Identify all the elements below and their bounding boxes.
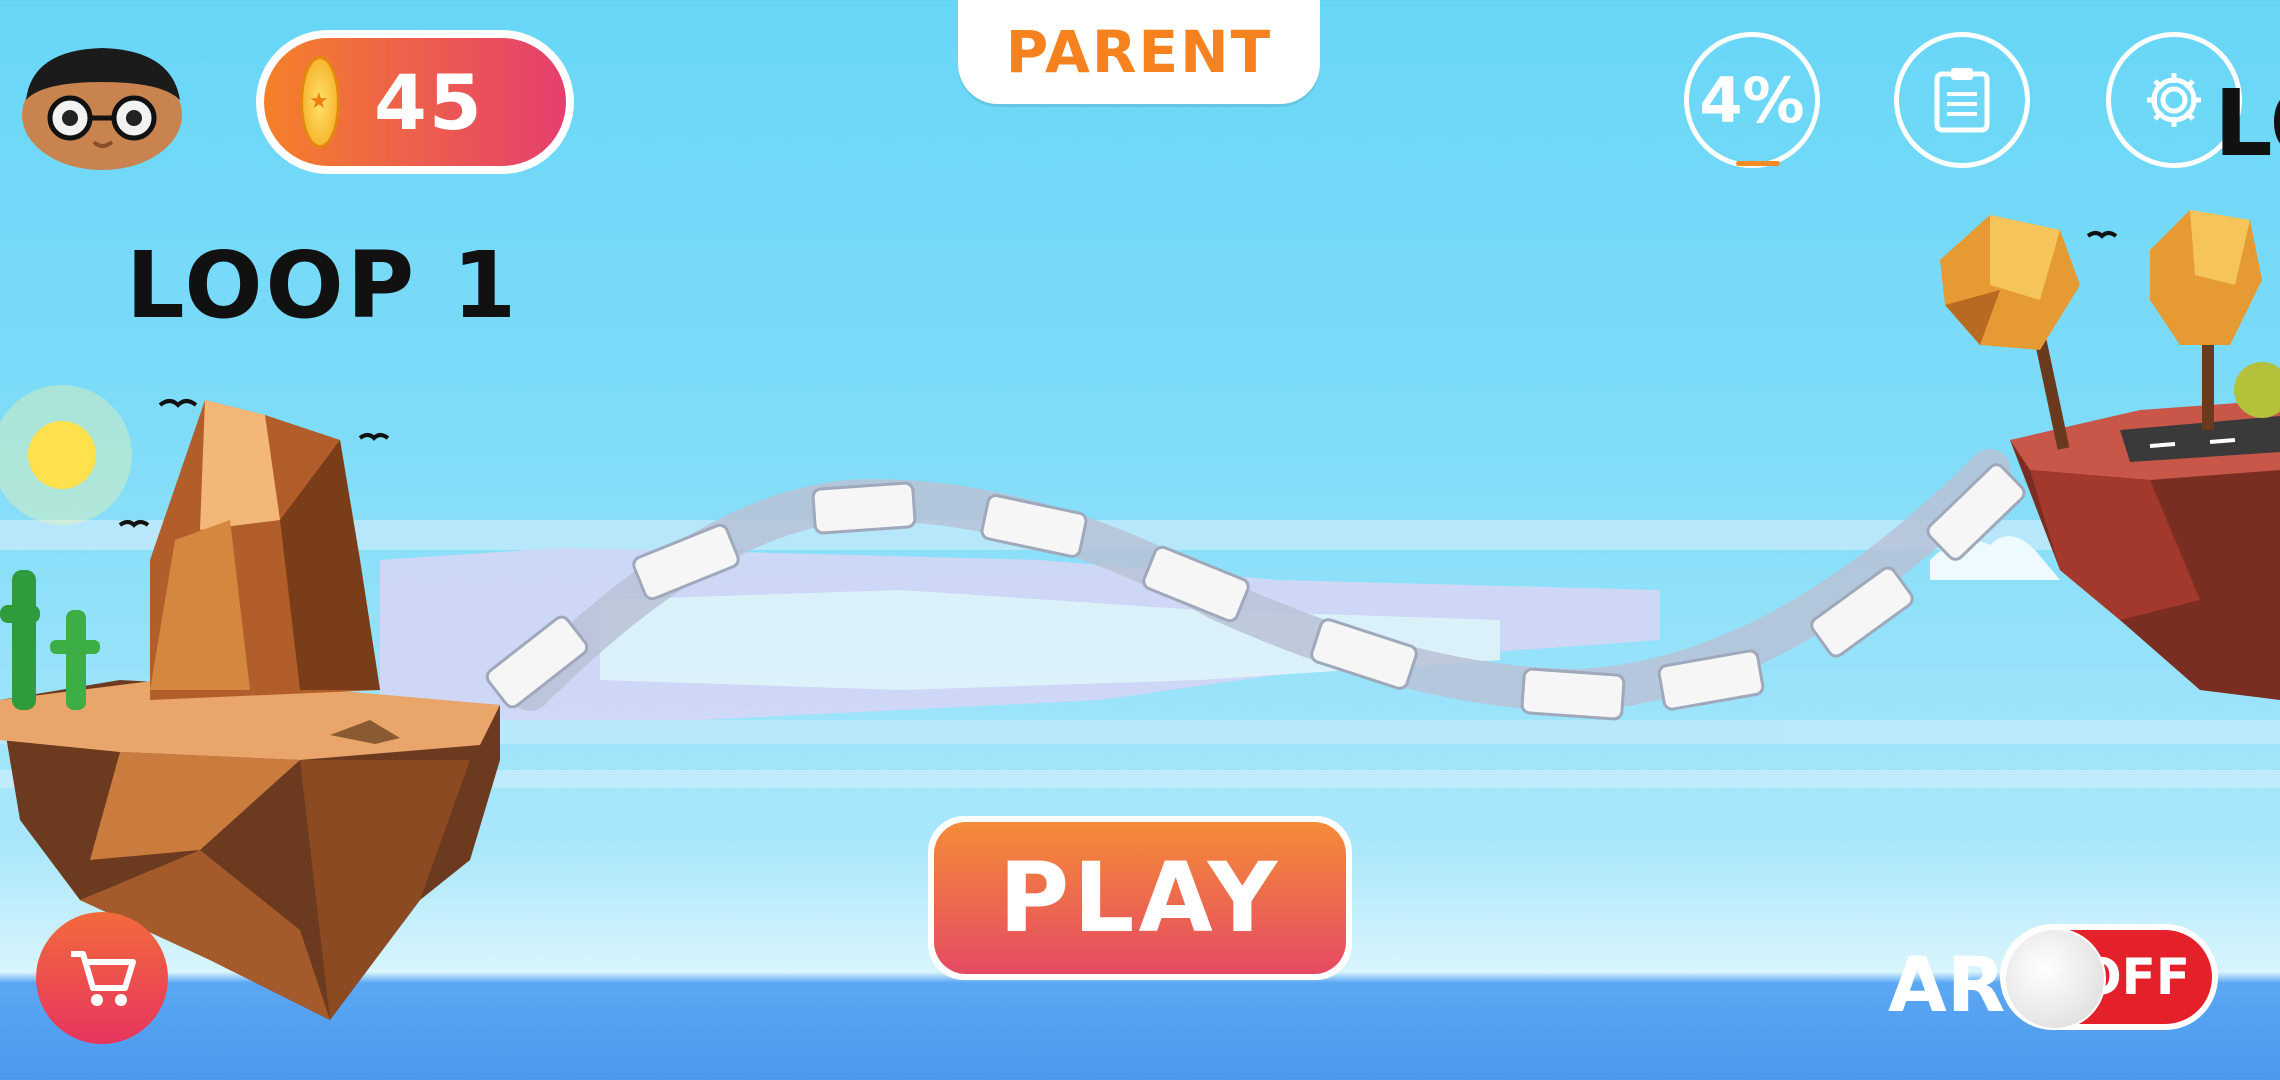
coin-icon <box>300 56 340 148</box>
clipboard-button[interactable] <box>1894 32 2030 168</box>
coin-counter: 45 <box>256 30 574 174</box>
progress-bar <box>1736 161 1780 166</box>
coin-count: 45 <box>374 57 484 147</box>
gear-icon <box>2147 73 2201 127</box>
ar-label: AR <box>1888 940 2006 1029</box>
level-node[interactable] <box>811 481 917 535</box>
level-node[interactable] <box>1520 667 1626 721</box>
shop-button[interactable] <box>36 912 168 1044</box>
next-loop-title: LO <box>2214 70 2280 177</box>
current-loop-title: LOOP 1 <box>126 232 520 339</box>
player-avatar[interactable] <box>12 30 192 170</box>
play-button[interactable]: PLAY <box>928 816 1352 980</box>
play-label: PLAY <box>934 822 1346 974</box>
progress-percent: 4% <box>1699 63 1805 137</box>
progress-button[interactable]: 4% <box>1684 32 1820 168</box>
parent-label: PARENT <box>1005 18 1273 86</box>
clipboard-icon <box>1934 68 1990 133</box>
ar-toggle[interactable]: OFF <box>2000 924 2218 1030</box>
sun <box>0 385 132 525</box>
parent-button[interactable]: PARENT <box>958 0 1320 104</box>
shopping-cart-icon <box>71 951 136 1006</box>
toggle-knob[interactable] <box>2004 928 2106 1030</box>
